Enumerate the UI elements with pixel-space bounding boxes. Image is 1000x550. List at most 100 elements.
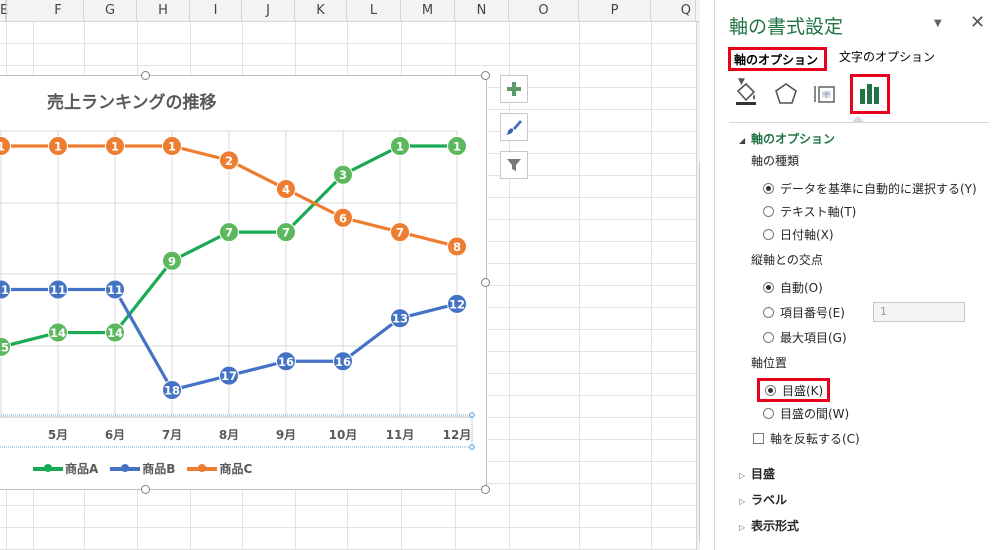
column-header-o[interactable]: O: [509, 0, 579, 22]
fill-line-button[interactable]: [729, 77, 763, 111]
radio-axis-type-date[interactable]: 日付軸(X): [763, 225, 834, 243]
column-header-g[interactable]: G: [84, 0, 137, 22]
radio-position-on-tick[interactable]: 目盛(K): [757, 378, 831, 402]
position-label: 軸位置: [751, 356, 788, 370]
filter-icon: [507, 159, 521, 171]
x-tick-label: 11月: [386, 428, 415, 442]
grid-column-line: [651, 22, 652, 550]
data-label: 16: [335, 355, 351, 369]
resize-handle-top-right[interactable]: [481, 71, 490, 80]
legend-entry[interactable]: 商品B: [110, 460, 175, 477]
column-header-f[interactable]: F: [33, 0, 84, 22]
radio-button[interactable]: [763, 281, 774, 293]
spreadsheet-area[interactable]: E F G H I J K L M N O P Q 売上ランキングの推移 月5月…: [0, 0, 700, 550]
column-header-h[interactable]: H: [137, 0, 190, 22]
legend-label: 商品B: [142, 462, 176, 476]
tab-axis-options[interactable]: 軸のオプション▼: [728, 47, 827, 87]
column-header-j[interactable]: J: [242, 0, 295, 22]
data-label: 12: [449, 297, 465, 311]
x-tick-label: 5月: [48, 428, 68, 442]
section-labels-label: ラベル: [751, 493, 788, 507]
data-label: 13: [392, 312, 408, 326]
resize-handle-top[interactable]: [141, 71, 150, 80]
grid-column-line: [579, 22, 580, 550]
data-label: 8: [453, 240, 461, 254]
data-label: 6: [339, 211, 347, 225]
radio-button[interactable]: [763, 331, 774, 343]
effects-button[interactable]: [769, 77, 803, 111]
tab-text-options[interactable]: 文字のオプション: [839, 47, 935, 71]
radio-label: 項目番号(E): [780, 305, 845, 320]
column-header-m[interactable]: M: [401, 0, 455, 22]
radio-position-between[interactable]: 目盛の間(W): [763, 404, 849, 422]
checkbox[interactable]: [753, 433, 764, 444]
x-tick-label: 6月: [105, 428, 125, 442]
chart-legend[interactable]: 商品A 商品B 商品C: [33, 460, 252, 477]
caret-collapsed-icon: ▷: [739, 471, 746, 480]
column-header-i[interactable]: I: [190, 0, 242, 22]
radio-axis-type-auto[interactable]: データを基準に自動的に選択する(Y): [763, 179, 977, 197]
grid-row-line: [0, 505, 700, 506]
data-label: 1: [453, 140, 461, 154]
pentagon-icon: [775, 83, 797, 104]
data-label: 1: [54, 140, 62, 154]
radio-cross-auto[interactable]: 自動(O): [763, 278, 823, 296]
data-label: 4: [282, 183, 290, 197]
chart-filters-button[interactable]: [500, 151, 528, 179]
radio-button[interactable]: [763, 228, 774, 240]
resize-handle-right[interactable]: [481, 278, 490, 287]
radio-button[interactable]: [763, 182, 774, 194]
pane-options-chevron-icon[interactable]: ▼: [934, 18, 942, 29]
size-properties-icon: [814, 86, 835, 103]
radio-cross-max[interactable]: 最大項目(G): [763, 328, 847, 346]
column-header-n[interactable]: N: [455, 0, 509, 22]
vertical-scrollbar[interactable]: [696, 22, 700, 550]
cross-number-input[interactable]: 1: [873, 302, 965, 322]
reverse-axis-checkbox[interactable]: 軸を反転する(C): [753, 430, 860, 447]
column-header-p[interactable]: P: [579, 0, 651, 22]
section-labels[interactable]: ▷ ラベル: [739, 491, 787, 508]
data-label: 15: [0, 340, 9, 354]
checkbox-label: 軸を反転する(C): [770, 432, 860, 446]
radio-label: データを基準に自動的に選択する(Y): [780, 181, 977, 196]
legend-entry[interactable]: 商品A: [33, 460, 98, 477]
x-tick-label: 12月: [443, 428, 472, 442]
legend-entry[interactable]: 商品C: [187, 460, 252, 477]
section-axis-options[interactable]: ◢ 軸のオプション: [739, 130, 835, 147]
resize-handle-bottom-right[interactable]: [481, 485, 490, 494]
chart-plot[interactable]: 月5月6月7月8月9月10月11月12月15141497731111111118…: [0, 76, 488, 491]
data-label: 11: [0, 283, 9, 297]
size-properties-button[interactable]: [809, 77, 843, 111]
data-label: 2: [225, 154, 233, 168]
radio-label: 目盛(K): [782, 383, 824, 398]
column-header-l[interactable]: L: [347, 0, 401, 22]
radio-button[interactable]: [763, 306, 774, 318]
close-icon[interactable]: ✕: [970, 12, 985, 33]
radio-button[interactable]: [763, 205, 774, 217]
data-label: 18: [164, 383, 180, 397]
axis-selection-handle: [469, 444, 475, 450]
section-number-format[interactable]: ▷ 表示形式: [739, 517, 799, 534]
column-header-q[interactable]: Q: [651, 0, 696, 22]
resize-handle-bottom[interactable]: [141, 485, 150, 494]
radio-button[interactable]: [765, 384, 776, 396]
section-ticks[interactable]: ▷ 目盛: [739, 465, 775, 482]
format-axis-pane[interactable]: 軸の書式設定 ▼ ✕ 軸のオプション▼ 文字のオプション ◢ 軸のオプション 軸の…: [714, 0, 1000, 550]
radio-button[interactable]: [763, 407, 774, 419]
data-label: 16: [278, 355, 294, 369]
axis-options-button[interactable]: [850, 74, 890, 114]
data-label: 11: [107, 283, 123, 297]
x-tick-label: 9月: [276, 428, 296, 442]
radio-cross-number[interactable]: 項目番号(E): [763, 303, 845, 321]
data-label: 9: [168, 254, 176, 268]
axis-type-label: 軸の種類: [751, 154, 800, 168]
chart-elements-button[interactable]: [500, 75, 528, 103]
column-header-k[interactable]: K: [295, 0, 347, 22]
chart-styles-button[interactable]: [500, 113, 528, 141]
chart-tool-buttons: [500, 75, 528, 189]
scrollbar-thumb[interactable]: [699, 162, 700, 542]
data-label: 11: [50, 283, 66, 297]
line-chart[interactable]: 売上ランキングの推移 月5月6月7月8月9月10月11月12月151414977…: [0, 75, 487, 490]
radio-axis-type-text[interactable]: テキスト軸(T): [763, 202, 856, 220]
section-axis-options-label: 軸のオプション: [751, 132, 836, 146]
